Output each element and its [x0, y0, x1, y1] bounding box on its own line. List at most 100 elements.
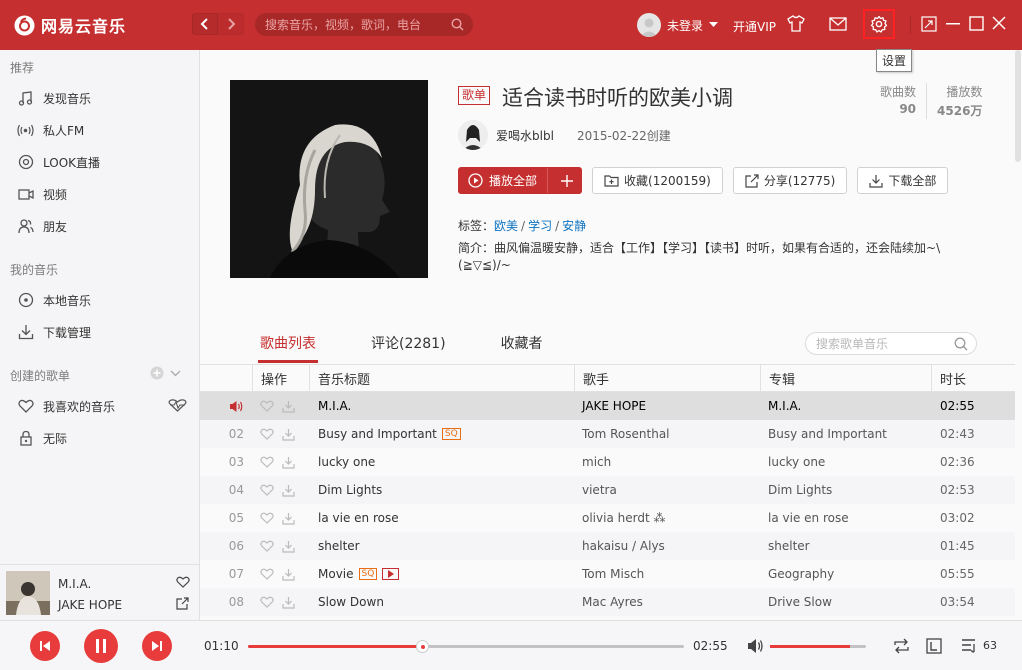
artist-cell[interactable]: Tom Rosenthal	[574, 427, 760, 441]
tag-link[interactable]: 安静	[562, 219, 586, 233]
creator-avatar[interactable]	[458, 120, 488, 150]
user-name[interactable]: 未登录	[667, 17, 703, 34]
song-title[interactable]: lucky one	[318, 455, 375, 469]
album-cell[interactable]: la vie en rose	[760, 511, 931, 525]
download-icon[interactable]	[282, 456, 295, 469]
playlist-count[interactable]: 63	[983, 639, 997, 652]
collect-button[interactable]: 收藏(1200159)	[592, 167, 723, 194]
add-playlist-icon[interactable]	[150, 366, 164, 380]
pause-button[interactable]	[84, 629, 118, 663]
tag-link[interactable]: 学习	[528, 219, 552, 233]
collapse-chevron-icon[interactable]	[170, 370, 181, 377]
title-cell[interactable]: la vie en rose	[309, 511, 574, 525]
sidebar-item-personal-fm[interactable]: 私人FM	[0, 116, 199, 144]
song-title[interactable]: Dim Lights	[318, 483, 382, 497]
song-title[interactable]: M.I.A.	[318, 399, 351, 413]
download-icon[interactable]	[282, 428, 295, 441]
table-row[interactable]: 06shelterhakaisu / Alysshelter01:45	[200, 532, 1022, 560]
like-heart-icon[interactable]	[260, 484, 274, 496]
artist-cell[interactable]: hakaisu / Alys	[574, 539, 760, 553]
download-icon[interactable]	[282, 512, 295, 525]
forward-button[interactable]	[218, 13, 244, 35]
search-input[interactable]	[265, 18, 445, 32]
album-header[interactable]: 专辑	[760, 365, 931, 391]
table-row[interactable]: 08Slow DownMac AyresDrive Slow03:54	[200, 588, 1022, 616]
scrollbar-thumb[interactable]	[1015, 50, 1021, 162]
user-avatar[interactable]	[637, 13, 661, 37]
previous-button[interactable]	[30, 631, 60, 661]
sidebar-item-friends[interactable]: 朋友	[0, 212, 199, 240]
table-row[interactable]: 04Dim LightsvietraDim Lights02:53	[200, 476, 1022, 504]
artist-cell[interactable]: Tom Misch	[574, 567, 760, 581]
table-row[interactable]: M.I.A.JAKE HOPEM.I.A.02:55	[200, 392, 1022, 420]
artist-cell[interactable]: vietra	[574, 483, 760, 497]
artist-header[interactable]: 歌手	[574, 365, 760, 391]
table-row[interactable]: 05la vie en roseolivia herdt ⁂la vie en …	[200, 504, 1022, 532]
song-title[interactable]: Busy and Important	[318, 427, 437, 441]
download-icon[interactable]	[282, 596, 295, 609]
share-button[interactable]: 分享(12775)	[733, 167, 848, 194]
close-icon[interactable]	[992, 16, 1006, 30]
title-cell[interactable]: MovieSQ	[309, 567, 574, 581]
volume-slider[interactable]	[770, 645, 866, 648]
album-cell[interactable]: Busy and Important	[760, 427, 931, 441]
tag-link[interactable]: 欧美	[494, 219, 518, 233]
like-heart-icon[interactable]	[260, 596, 274, 608]
song-search-input[interactable]	[816, 337, 946, 351]
album-cell[interactable]: lucky one	[760, 455, 931, 469]
sidebar-item-look-live[interactable]: LOOK直播	[0, 148, 199, 176]
now-playing-artist[interactable]: JAKE HOPE	[58, 598, 122, 612]
creator-name[interactable]: 爱喝水blbl	[496, 127, 554, 144]
like-heart-icon[interactable]	[260, 512, 274, 524]
now-playing-mini[interactable]: M.I.A. JAKE HOPE	[0, 564, 199, 620]
download-icon[interactable]	[282, 540, 295, 553]
volume-icon[interactable]	[747, 638, 764, 654]
title-cell[interactable]: shelter	[309, 539, 574, 553]
search-icon[interactable]	[451, 18, 464, 31]
album-cell[interactable]: shelter	[760, 539, 931, 553]
like-heart-icon[interactable]	[260, 428, 274, 440]
user-menu[interactable]: 未登录	[637, 13, 718, 37]
song-title[interactable]: Movie	[318, 567, 354, 581]
tab-subscribers[interactable]: 收藏者	[501, 333, 543, 363]
title-header[interactable]: 音乐标题	[309, 365, 574, 391]
album-cell[interactable]: Geography	[760, 567, 931, 581]
album-cell[interactable]: Drive Slow	[760, 595, 931, 609]
sidebar-item-discover-music[interactable]: 发现音乐	[0, 84, 199, 112]
like-heart-icon[interactable]	[260, 456, 274, 468]
chevron-down-icon[interactable]	[709, 22, 718, 28]
title-cell[interactable]: Dim Lights	[309, 483, 574, 497]
song-title[interactable]: Slow Down	[318, 595, 384, 609]
sidebar-item-wuji[interactable]: 无际	[0, 424, 199, 452]
like-heart-icon[interactable]	[176, 576, 190, 588]
table-row[interactable]: 02Busy and ImportantSQTom RosenthalBusy …	[200, 420, 1022, 448]
artist-cell[interactable]: mich	[574, 455, 760, 469]
mv-icon[interactable]	[382, 568, 399, 580]
like-heart-icon[interactable]	[260, 568, 274, 580]
sidebar-item-download-manager[interactable]: 下载管理	[0, 318, 199, 346]
download-icon[interactable]	[282, 484, 295, 497]
artist-cell[interactable]: olivia herdt ⁂	[574, 511, 760, 525]
title-cell[interactable]: M.I.A.	[309, 399, 574, 413]
artist-cell[interactable]: JAKE HOPE	[574, 399, 760, 413]
title-cell[interactable]: Busy and ImportantSQ	[309, 427, 574, 441]
table-row[interactable]: 07MovieSQTom MischGeography05:55	[200, 560, 1022, 588]
repeat-icon[interactable]	[892, 638, 911, 654]
tab-comments[interactable]: 评论(2281)	[371, 333, 446, 363]
heartbeat-mode-icon[interactable]	[167, 399, 188, 412]
playlist-queue-icon[interactable]	[961, 638, 979, 654]
play-all-button[interactable]: 播放全部	[458, 167, 582, 194]
download-all-button[interactable]: 下载全部	[857, 167, 948, 194]
like-heart-icon[interactable]	[260, 540, 274, 552]
mini-mode-icon[interactable]	[921, 16, 937, 32]
share-icon[interactable]	[176, 597, 189, 610]
title-cell[interactable]: Slow Down	[309, 595, 574, 609]
settings-button[interactable]	[863, 9, 895, 39]
tab-song-list[interactable]: 歌曲列表	[260, 333, 316, 363]
download-icon[interactable]	[282, 568, 295, 581]
duration-header[interactable]: 时长	[931, 365, 1021, 391]
play-all-main[interactable]: 播放全部	[459, 168, 548, 193]
download-icon[interactable]	[282, 400, 295, 413]
add-to-queue-button[interactable]	[553, 168, 581, 193]
sidebar-item-local-music[interactable]: 本地音乐	[0, 286, 199, 314]
